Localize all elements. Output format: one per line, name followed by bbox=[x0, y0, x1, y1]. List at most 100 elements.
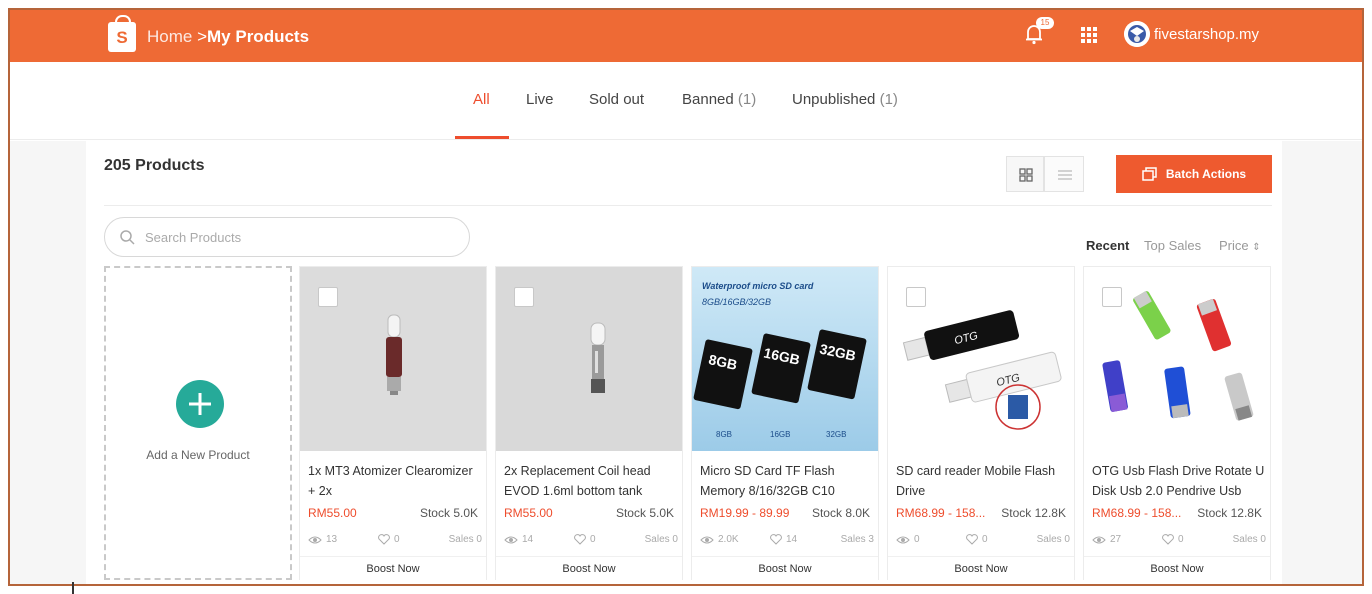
sales-count: Sales 3 bbox=[840, 534, 874, 545]
notification-badge: 15 bbox=[1036, 17, 1054, 29]
eye-icon bbox=[504, 536, 518, 543]
sort-top-sales[interactable]: Top Sales bbox=[1144, 238, 1201, 253]
tab-sold-out[interactable]: Sold out bbox=[589, 91, 644, 108]
select-checkbox[interactable] bbox=[318, 287, 338, 307]
tab-unpublished[interactable]: Unpublished (1) bbox=[792, 91, 898, 108]
batch-actions-button[interactable]: Batch Actions bbox=[1116, 155, 1272, 193]
tab-label: Sold out bbox=[589, 91, 645, 108]
breadcrumb-home[interactable]: Home bbox=[147, 27, 192, 46]
tab-live[interactable]: Live bbox=[526, 91, 554, 108]
views-stat: 0 bbox=[896, 534, 920, 545]
product-price: RM19.99 - 89.99 bbox=[700, 506, 790, 520]
select-checkbox[interactable] bbox=[514, 287, 534, 307]
views-count: 14 bbox=[522, 534, 534, 545]
likes-count: 0 bbox=[982, 534, 988, 545]
select-checkbox[interactable] bbox=[906, 287, 926, 307]
breadcrumb-current: My Products bbox=[207, 27, 310, 46]
tab-count: (1) bbox=[879, 91, 898, 108]
product-name[interactable]: 1x MT3 Atomizer Clearomizer + 2x bbox=[308, 461, 482, 501]
sd-banner-text: Waterproof micro SD card bbox=[702, 281, 814, 291]
grid-apps-icon[interactable] bbox=[1080, 26, 1098, 44]
product-card[interactable]: OTG OTG SD card reader Mobile Flash Driv… bbox=[887, 266, 1075, 580]
boost-now-button[interactable]: Boost Now bbox=[888, 556, 1074, 580]
avatar[interactable] bbox=[1124, 21, 1150, 47]
grid-view-icon bbox=[1019, 168, 1033, 182]
heart-icon bbox=[770, 534, 782, 545]
product-stats: 13 0 Sales 0 bbox=[308, 534, 482, 548]
plus-icon bbox=[189, 393, 211, 415]
product-name[interactable]: SD card reader Mobile Flash Drive bbox=[896, 461, 1070, 501]
views-count: 27 bbox=[1110, 534, 1122, 545]
search-icon bbox=[120, 230, 135, 245]
tab-label: All bbox=[473, 91, 490, 108]
list-view-button[interactable] bbox=[1044, 156, 1084, 192]
product-card[interactable]: 1x MT3 Atomizer Clearomizer + 2x RM55.00… bbox=[299, 266, 487, 580]
product-image: Waterproof micro SD card 8GB/16GB/32GB 8… bbox=[692, 267, 878, 451]
sort-arrows-icon: ⇕ bbox=[1252, 242, 1261, 253]
tab-count: (1) bbox=[737, 91, 757, 108]
breadcrumb: Home >My Products bbox=[147, 27, 309, 47]
likes-count: 14 bbox=[786, 534, 798, 545]
views-count: 2.0K bbox=[718, 534, 739, 545]
product-stock: Stock 12.8K bbox=[1197, 506, 1262, 520]
shop-name[interactable]: fivestarshop.my bbox=[1154, 26, 1259, 43]
sd-caption-32gb: 32GB bbox=[826, 430, 846, 439]
product-name[interactable]: OTG Usb Flash Drive Rotate U Disk Usb 2.… bbox=[1092, 461, 1266, 501]
active-tab-indicator bbox=[455, 136, 509, 139]
product-stats: 14 0 Sales 0 bbox=[504, 534, 678, 548]
add-product-label: Add a New Product bbox=[146, 448, 250, 462]
list-view-icon bbox=[1058, 170, 1072, 180]
product-stock: Stock 12.8K bbox=[1001, 506, 1066, 520]
likes-count: 0 bbox=[1178, 534, 1184, 545]
sd-caption-8gb: 8GB bbox=[716, 430, 732, 439]
views-stat: 27 bbox=[1092, 534, 1121, 545]
add-product-card[interactable]: Add a New Product bbox=[104, 266, 292, 580]
top-bar: S Home >My Products 15 fivestarshop.my bbox=[10, 10, 1362, 62]
sd-sizes-text: 8GB/16GB/32GB bbox=[702, 297, 771, 307]
add-product-button[interactable] bbox=[176, 380, 224, 428]
product-name[interactable]: Micro SD Card TF Flash Memory 8/16/32GB … bbox=[700, 461, 874, 501]
tab-label: Live bbox=[526, 91, 554, 108]
product-name[interactable]: 2x Replacement Coil head EVOD 1.6ml bott… bbox=[504, 461, 678, 501]
product-price: RM55.00 bbox=[308, 506, 357, 520]
product-card[interactable]: 2x Replacement Coil head EVOD 1.6ml bott… bbox=[495, 266, 683, 580]
tab-label: Banned bbox=[682, 91, 734, 108]
tab-all[interactable]: All bbox=[473, 91, 490, 108]
likes-stat: 0 bbox=[966, 534, 988, 545]
likes-stat: 0 bbox=[378, 534, 400, 545]
tab-label: Unpublished bbox=[792, 91, 876, 108]
select-checkbox[interactable] bbox=[1102, 287, 1122, 307]
eye-icon bbox=[700, 536, 714, 543]
boost-now-button[interactable]: Boost Now bbox=[496, 556, 682, 580]
product-count: 205 Products bbox=[104, 157, 205, 174]
likes-stat: 0 bbox=[574, 534, 596, 545]
product-stats: 27 0 Sales 0 bbox=[1092, 534, 1266, 548]
heart-icon bbox=[378, 534, 390, 545]
boost-now-button[interactable]: Boost Now bbox=[300, 556, 486, 580]
heart-icon bbox=[574, 534, 586, 545]
app-window: S Home >My Products 15 fivestarshop.my A… bbox=[8, 8, 1364, 586]
main-content: 205 Products Batch Actions Search Produc… bbox=[10, 141, 1362, 584]
likes-count: 0 bbox=[590, 534, 596, 545]
product-card[interactable]: Waterproof micro SD card 8GB/16GB/32GB 8… bbox=[691, 266, 879, 580]
search-input[interactable] bbox=[145, 229, 445, 245]
sd-card-image: Waterproof micro SD card 8GB/16GB/32GB 8… bbox=[692, 267, 878, 451]
tab-banned[interactable]: Banned (1) bbox=[682, 91, 756, 108]
boost-now-button[interactable]: Boost Now bbox=[1084, 556, 1270, 580]
sort-recent[interactable]: Recent bbox=[1086, 238, 1129, 253]
views-count: 0 bbox=[914, 534, 920, 545]
shopee-logo-icon[interactable]: S bbox=[108, 15, 136, 52]
product-card[interactable]: OTG Usb Flash Drive Rotate U Disk Usb 2.… bbox=[1083, 266, 1271, 580]
grid-view-button[interactable] bbox=[1006, 156, 1044, 192]
sort-price[interactable]: Price ⇕ bbox=[1219, 238, 1261, 253]
divider bbox=[104, 205, 1272, 206]
product-stock: Stock 5.0K bbox=[615, 506, 674, 520]
sales-count: Sales 0 bbox=[1232, 534, 1266, 545]
views-stat: 14 bbox=[504, 534, 533, 545]
copy-icon bbox=[1142, 167, 1157, 181]
views-stat: 13 bbox=[308, 534, 337, 545]
boost-now-button[interactable]: Boost Now bbox=[692, 556, 878, 580]
product-price: RM55.00 bbox=[504, 506, 553, 520]
search-box[interactable] bbox=[104, 217, 470, 257]
likes-stat: 14 bbox=[770, 534, 797, 545]
